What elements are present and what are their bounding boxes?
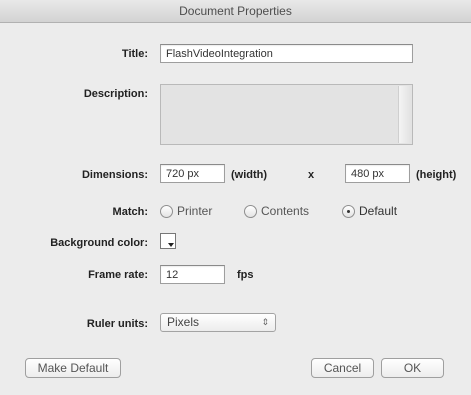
match-printer-label: Printer bbox=[177, 204, 213, 218]
title-field[interactable]: FlashVideoIntegration bbox=[160, 44, 413, 63]
times-symbol: x bbox=[308, 169, 315, 181]
background-color-swatch[interactable] bbox=[160, 233, 176, 249]
title-label: Title: bbox=[121, 48, 148, 60]
width-unit-label: (width) bbox=[231, 169, 268, 181]
description-scrollbar[interactable] bbox=[398, 86, 411, 143]
radio-circle-icon bbox=[244, 204, 257, 218]
match-default-radio[interactable]: Default bbox=[342, 204, 397, 218]
fps-unit-label: fps bbox=[237, 269, 254, 281]
match-contents-radio[interactable]: Contents bbox=[244, 204, 309, 218]
make-default-button[interactable]: Make Default bbox=[25, 358, 121, 378]
width-field[interactable]: 720 px bbox=[160, 164, 225, 183]
description-field[interactable] bbox=[160, 84, 413, 145]
up-down-arrows-icon: ⇕ bbox=[261, 317, 269, 327]
window-title: Document Properties bbox=[0, 0, 471, 23]
match-label: Match: bbox=[112, 206, 148, 218]
height-field[interactable]: 480 px bbox=[345, 164, 410, 183]
match-contents-label: Contents bbox=[261, 204, 310, 218]
ruler-units-value: Pixels bbox=[167, 315, 200, 329]
description-label: Description: bbox=[83, 88, 148, 100]
cancel-button[interactable]: Cancel bbox=[311, 358, 374, 378]
ruler-units-label: Ruler units: bbox=[86, 318, 148, 330]
background-color-label: Background color: bbox=[50, 237, 148, 249]
ok-button[interactable]: OK bbox=[381, 358, 444, 378]
height-unit-label: (height) bbox=[416, 169, 457, 181]
match-printer-radio[interactable]: Printer bbox=[160, 204, 212, 218]
dimensions-label: Dimensions: bbox=[81, 169, 148, 181]
radio-circle-icon bbox=[160, 204, 173, 218]
frame-rate-label: Frame rate: bbox=[88, 269, 148, 281]
frame-rate-field[interactable]: 12 bbox=[160, 265, 225, 284]
match-default-label: Default bbox=[359, 204, 398, 218]
radio-selected-icon bbox=[342, 204, 355, 218]
ruler-units-select[interactable]: Pixels ⇕ bbox=[160, 313, 276, 332]
